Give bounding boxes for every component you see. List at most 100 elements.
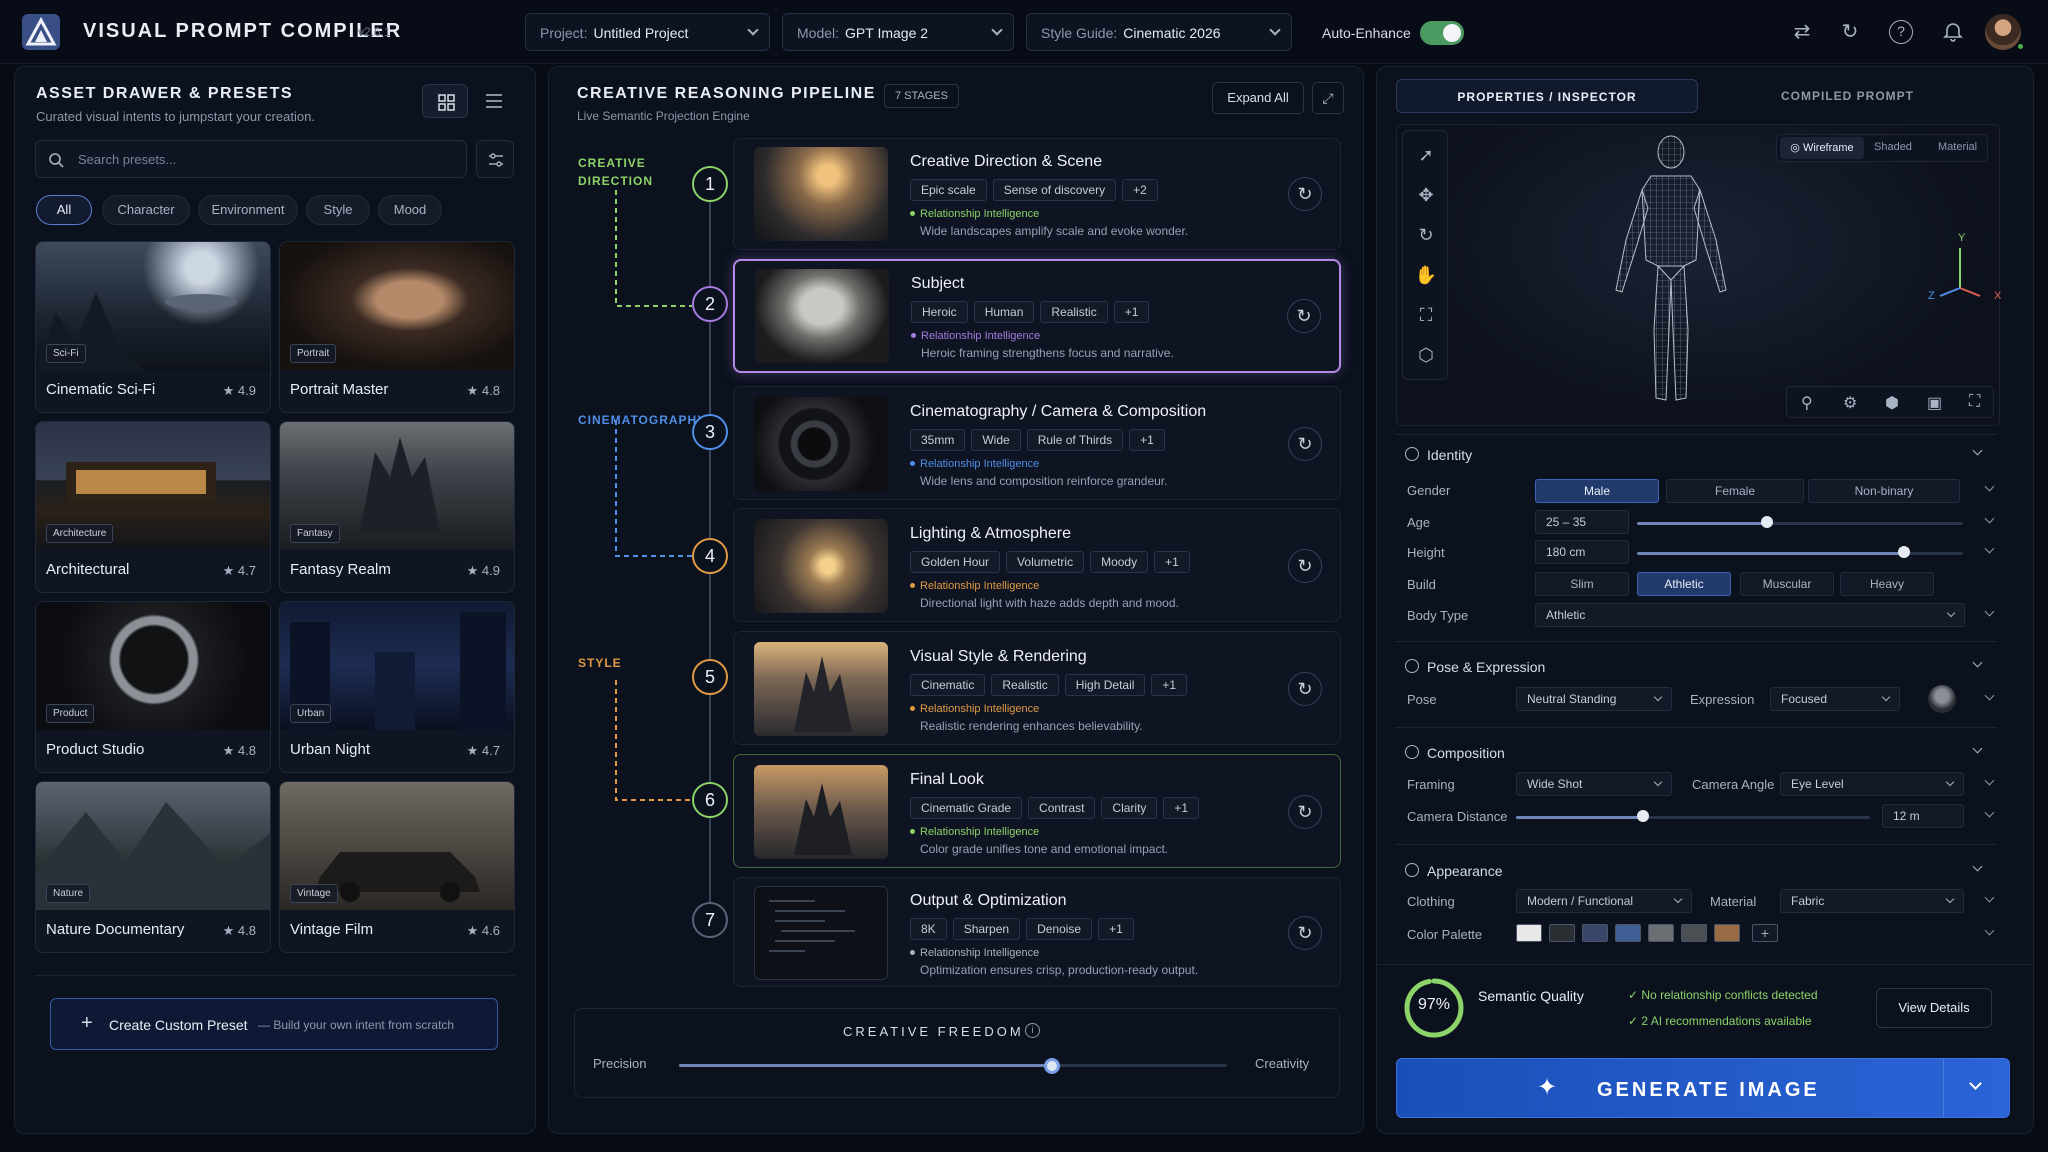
help-icon[interactable]: ? [1889, 20, 1913, 44]
move-icon[interactable]: ✥ [1409, 178, 1443, 212]
stage-node-6[interactable]: 6 [692, 782, 728, 818]
regenerate-icon[interactable]: ↻ [1288, 177, 1322, 211]
tab-compiled-prompt[interactable]: COMPILED PROMPT [1700, 79, 1995, 113]
tab-properties-inspector[interactable]: PROPERTIES / INSPECTOR [1396, 79, 1698, 113]
stage-node-5[interactable]: 5 [692, 659, 728, 695]
stage-card-lighting[interactable]: Lighting & Atmosphere Golden Hour Volumet… [733, 508, 1341, 622]
stage-card-output[interactable]: Output & Optimization 8K Sharpen Denoise +1… [733, 877, 1341, 987]
regenerate-icon[interactable]: ↻ [1287, 299, 1321, 333]
stage-tag[interactable]: Heroic [911, 301, 968, 323]
color-swatch[interactable] [1681, 924, 1707, 942]
pose-figure-icon[interactable]: ⚲ [1801, 393, 1813, 413]
regenerate-icon[interactable]: ↻ [1288, 672, 1322, 706]
add-color-button[interactable]: + [1752, 924, 1778, 942]
view-mode-wireframe[interactable]: ◎ Wireframe [1780, 137, 1864, 159]
project-dropdown[interactable]: Project: Untitled Project [525, 13, 770, 51]
filter-chip-style[interactable]: Style [306, 195, 370, 225]
stage-tag[interactable]: Rule of Thirds [1026, 429, 1124, 451]
regenerate-icon[interactable]: ↻ [1288, 795, 1322, 829]
regenerate-icon[interactable]: ↻ [1288, 916, 1322, 950]
stage-tag[interactable]: 8K [910, 918, 947, 940]
build-option-muscular[interactable]: Muscular [1740, 572, 1834, 596]
search-input[interactable]: Search presets... [35, 140, 467, 178]
stage-tag[interactable]: Moody [1090, 551, 1149, 573]
stage-card-creative-direction[interactable]: Creative Direction & Scene Epic scale Sen… [733, 138, 1341, 250]
stage-tag[interactable]: Contrast [1028, 797, 1096, 819]
stage-tag[interactable]: High Detail [1064, 674, 1146, 696]
preset-card-cinematic-sci-fi[interactable]: Sci-Fi Cinematic Sci-Fi ★ 4.9 [35, 241, 271, 413]
creative-freedom-slider[interactable] [679, 1064, 1227, 1067]
grid-view-button[interactable] [422, 84, 468, 118]
stage-tag[interactable]: Realistic [1040, 301, 1108, 323]
preset-card-architectural[interactable]: Architecture Architectural ★ 4.7 [35, 421, 271, 593]
hand-icon[interactable]: ✋ [1409, 258, 1443, 292]
stage-tag[interactable]: +1 [1098, 918, 1134, 940]
stage-node-4[interactable]: 4 [692, 538, 728, 574]
stage-tag[interactable]: Golden Hour [910, 551, 1001, 573]
create-custom-preset-button[interactable]: + Create Custom Preset — Build your own … [50, 998, 498, 1050]
body-type-select[interactable]: Athletic [1535, 603, 1965, 627]
stage-tag[interactable]: Human [973, 301, 1035, 323]
frame-icon[interactable]: ⛶ [1409, 298, 1443, 332]
auto-enhance-toggle[interactable] [1420, 21, 1464, 45]
cursor-icon[interactable]: ➚ [1409, 138, 1443, 172]
stage-card-visual-style[interactable]: Visual Style & Rendering Cinematic Realis… [733, 631, 1341, 745]
stage-tag[interactable]: Cinematic [910, 674, 986, 696]
preset-card-product-studio[interactable]: Product Product Studio ★ 4.8 [35, 601, 271, 773]
stage-tag[interactable]: Cinematic Grade [910, 797, 1023, 819]
expression-select[interactable]: Focused [1770, 687, 1900, 711]
framing-select[interactable]: Wide Shot [1516, 772, 1672, 796]
height-input[interactable]: 180 cm [1535, 540, 1629, 564]
stage-node-2[interactable]: 2 [692, 286, 728, 322]
rotate-icon[interactable]: ↻ [1409, 218, 1443, 252]
preset-card-nature-documentary[interactable]: Nature Nature Documentary ★ 4.8 [35, 781, 271, 953]
color-swatch[interactable] [1549, 924, 1575, 942]
stage-card-cinematography[interactable]: Cinematography / Camera & Composition 35… [733, 386, 1341, 500]
preset-card-portrait-master[interactable]: Portrait Portrait Master ★ 4.8 [279, 241, 515, 413]
refresh-icon[interactable]: ↻ [1838, 20, 1862, 44]
filter-chip-mood[interactable]: Mood [378, 195, 442, 225]
face-preview-icon[interactable] [1928, 685, 1956, 713]
regenerate-icon[interactable]: ↻ [1288, 427, 1322, 461]
age-input[interactable]: 25 – 35 [1535, 510, 1629, 534]
camera-angle-select[interactable]: Eye Level [1780, 772, 1964, 796]
preset-card-fantasy-realm[interactable]: Fantasy Fantasy Realm ★ 4.9 [279, 421, 515, 593]
pose-select[interactable]: Neutral Standing [1516, 687, 1672, 711]
stage-tag[interactable]: Sense of discovery [992, 179, 1117, 201]
clothing-select[interactable]: Modern / Functional [1516, 889, 1692, 913]
build-option-athletic[interactable]: Athletic [1637, 572, 1731, 596]
filter-chip-all[interactable]: All [36, 195, 92, 225]
preset-card-vintage-film[interactable]: Vintage Vintage Film ★ 4.6 [279, 781, 515, 953]
height-slider[interactable] [1637, 552, 1963, 555]
material-select[interactable]: Fabric [1780, 889, 1964, 913]
gender-option-female[interactable]: Female [1666, 479, 1804, 503]
stage-tag[interactable]: +2 [1122, 179, 1158, 201]
view-mode-material[interactable]: Material [1938, 141, 1977, 153]
model-dropdown[interactable]: Model: GPT Image 2 [782, 13, 1014, 51]
fullscreen-icon[interactable]: ⤢ [1312, 82, 1344, 114]
settings-icon[interactable]: ⚙ [1843, 393, 1857, 413]
color-swatch[interactable] [1582, 924, 1608, 942]
slider-knob[interactable] [1043, 1058, 1060, 1074]
network-icon[interactable]: ⬢ [1885, 393, 1899, 413]
preset-card-urban-night[interactable]: Urban Urban Night ★ 4.7 [279, 601, 515, 773]
stage-tag[interactable]: +1 [1154, 551, 1190, 573]
stage-tag[interactable]: +1 [1129, 429, 1165, 451]
sync-icon[interactable]: ⇄ [1790, 20, 1814, 44]
stage-tag[interactable]: 35mm [910, 429, 966, 451]
stage-tag[interactable]: Clarity [1101, 797, 1158, 819]
camera-distance-slider[interactable] [1516, 816, 1870, 819]
build-option-heavy[interactable]: Heavy [1840, 572, 1934, 596]
list-view-button[interactable] [476, 84, 510, 118]
color-swatch[interactable] [1516, 924, 1542, 942]
style-guide-dropdown[interactable]: Style Guide: Cinematic 2026 [1026, 13, 1292, 51]
gender-option-non-binary[interactable]: Non-binary [1808, 479, 1960, 503]
section-appearance-header[interactable]: Appearance [1395, 852, 1995, 890]
stage-tag[interactable]: +1 [1151, 674, 1188, 696]
color-swatch[interactable] [1714, 924, 1740, 942]
stage-node-1[interactable]: 1 [692, 166, 728, 202]
color-swatch[interactable] [1648, 924, 1674, 942]
stage-tag[interactable]: +1 [1163, 797, 1200, 819]
section-identity-header[interactable]: Identity [1395, 436, 1995, 474]
filter-chip-environment[interactable]: Environment [198, 195, 298, 225]
